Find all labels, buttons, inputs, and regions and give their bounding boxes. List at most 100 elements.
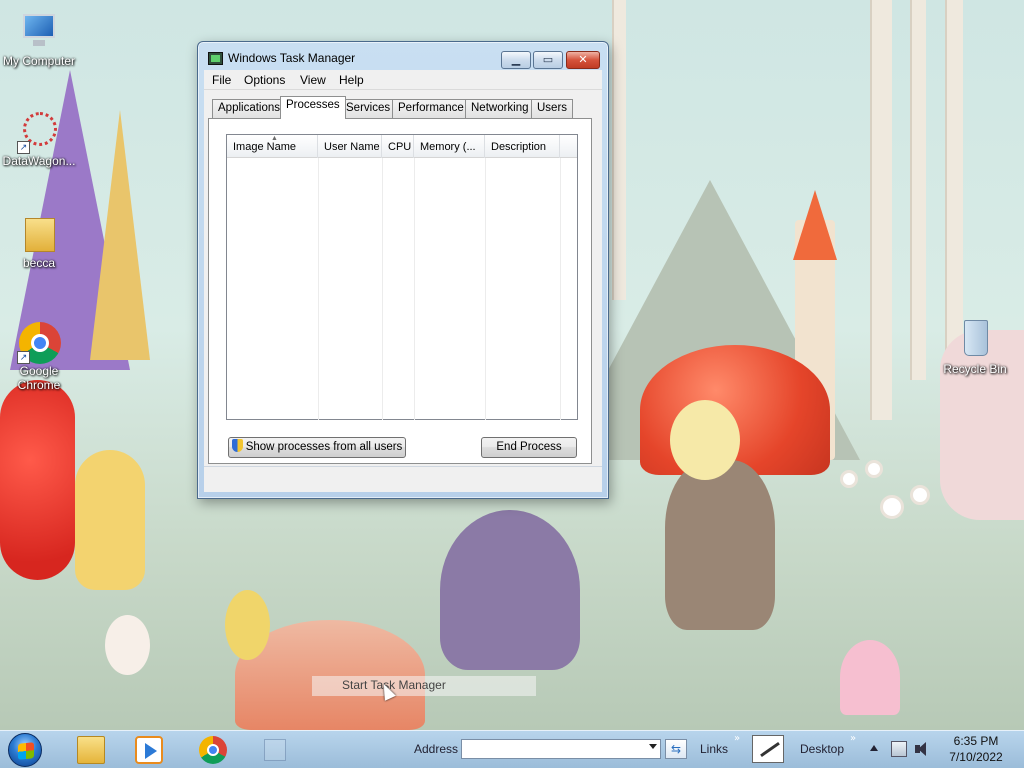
datawagon-icon: ↗ xyxy=(17,112,59,154)
uac-shield-icon xyxy=(231,439,243,452)
taskbar-explorer-button[interactable] xyxy=(62,732,118,768)
show-hidden-icons-icon[interactable] xyxy=(870,745,878,751)
folder-icon xyxy=(19,214,59,254)
media-player-icon xyxy=(135,736,163,764)
column-divider xyxy=(382,158,383,420)
desktop-icon-label: becca xyxy=(22,256,56,270)
wallpaper-tree-trunk xyxy=(612,0,626,300)
wallpaper-tree-trunk xyxy=(910,0,926,380)
desktop-icon-becca[interactable]: becca xyxy=(0,214,81,270)
wallpaper-yellow-doll xyxy=(75,450,145,590)
column-label: Memory (... xyxy=(420,141,476,153)
button-label: Show processes from all users xyxy=(245,441,403,453)
wallpaper-bird xyxy=(105,615,150,675)
tab-applications[interactable]: Applications xyxy=(212,99,287,118)
shortcut-arrow-icon: ↗ xyxy=(17,351,30,364)
wallpaper-flower xyxy=(865,460,883,478)
column-label: Image Name xyxy=(233,141,296,153)
task-manager-icon xyxy=(208,52,223,65)
desktop-icon-my-computer[interactable]: My Computer xyxy=(0,12,81,68)
show-all-processes-button[interactable]: Show processes from all users xyxy=(228,437,406,458)
wallpaper-tree-trunk xyxy=(945,0,963,360)
address-go-button[interactable]: ⇆ xyxy=(665,739,687,759)
column-image-name[interactable]: ▲ Image Name xyxy=(227,135,318,158)
chevron-down-icon[interactable] xyxy=(649,744,657,749)
column-description[interactable]: Description xyxy=(485,135,560,158)
pen-input-icon[interactable] xyxy=(752,735,784,763)
status-bar xyxy=(204,466,602,492)
column-memory[interactable]: Memory (... xyxy=(414,135,485,158)
column-divider xyxy=(560,158,561,420)
desktop-toolbar-label[interactable]: Desktop xyxy=(800,742,844,756)
wallpaper-yellow-mountain xyxy=(90,110,150,360)
system-clock[interactable]: 6:35 PM 7/10/2022 xyxy=(936,733,1016,765)
menu-options[interactable]: Options xyxy=(244,73,285,87)
desktop-icon-datawagon[interactable]: ↗ DataWagon... xyxy=(0,112,81,168)
taskbar-task-manager-button[interactable] xyxy=(264,739,286,761)
taskbar: Address ⇆ Links » Desktop » 6:35 PM 7/10… xyxy=(0,730,1024,768)
network-icon[interactable] xyxy=(891,741,907,757)
wallpaper-purple-rabbit xyxy=(440,510,580,670)
maximize-button[interactable]: ▭ xyxy=(533,51,563,69)
minimize-button[interactable]: ▁ xyxy=(501,51,531,69)
task-manager-body: Applications Processes Services Performa… xyxy=(204,90,602,492)
menu-help[interactable]: Help xyxy=(339,73,364,87)
wallpaper-yellow-bird xyxy=(225,590,270,660)
start-task-manager-tooltip: Start Task Manager xyxy=(312,676,536,696)
desktop-icon-label: Recycle Bin xyxy=(943,362,1007,376)
start-button[interactable] xyxy=(8,733,42,767)
taskbar-media-player-button[interactable] xyxy=(120,732,176,768)
tab-performance[interactable]: Performance xyxy=(392,99,470,118)
column-divider xyxy=(414,158,415,420)
desktop-icon-recycle-bin[interactable]: Recycle Bin xyxy=(933,320,1017,376)
list-header: ▲ Image Name User Name CPU Memory (... D… xyxy=(227,135,577,158)
sort-arrow-icon: ▲ xyxy=(271,135,278,142)
column-label: User Name xyxy=(324,141,380,153)
menu-view[interactable]: View xyxy=(300,73,326,87)
address-input[interactable] xyxy=(461,739,661,759)
column-divider xyxy=(318,158,319,420)
wallpaper-flower xyxy=(840,470,858,488)
chrome-icon xyxy=(199,736,227,764)
menu-bar: File Options View Help xyxy=(204,70,602,90)
wallpaper-red-doll xyxy=(0,380,75,580)
tab-services[interactable]: Services xyxy=(340,99,397,118)
chrome-icon: ↗ xyxy=(17,322,61,364)
wallpaper-cupcake xyxy=(840,640,900,715)
recycle-bin-icon xyxy=(955,320,995,360)
taskbar-chrome-button[interactable] xyxy=(184,732,240,768)
desktop-icon-label: Google Chrome xyxy=(17,364,61,392)
shortcut-arrow-icon: ↗ xyxy=(17,141,30,154)
desktop-icon-label: DataWagon... xyxy=(2,154,76,168)
clock-time: 6:35 PM xyxy=(953,734,999,748)
folder-icon xyxy=(77,736,105,764)
desktop-icon-google-chrome[interactable]: ↗ Google Chrome xyxy=(0,322,81,392)
menu-file[interactable]: File xyxy=(212,73,231,87)
tab-users[interactable]: Users xyxy=(531,99,574,118)
column-label: CPU xyxy=(388,141,412,153)
tab-processes[interactable]: Processes xyxy=(280,96,346,119)
wallpaper-tree-trunk xyxy=(870,0,892,420)
computer-icon xyxy=(19,12,59,52)
wallpaper-rabbit-head xyxy=(670,400,740,480)
window-title: Windows Task Manager xyxy=(228,51,356,65)
links-chevron-icon[interactable]: » xyxy=(734,733,740,744)
links-toolbar-label[interactable]: Links xyxy=(700,742,728,756)
desktop-chevron-icon[interactable]: » xyxy=(850,733,856,744)
close-button[interactable]: ✕ xyxy=(566,51,600,69)
wallpaper-tower-roof xyxy=(793,190,837,260)
tab-networking[interactable]: Networking xyxy=(465,99,535,118)
address-toolbar-label: Address xyxy=(414,742,459,756)
volume-icon[interactable] xyxy=(914,741,930,757)
end-process-button[interactable]: End Process xyxy=(481,437,577,458)
column-divider xyxy=(485,158,486,420)
title-bar[interactable]: Windows Task Manager ▁ ▭ ✕ xyxy=(198,42,608,70)
task-manager-window[interactable]: Windows Task Manager ▁ ▭ ✕ File Options … xyxy=(197,41,609,499)
wallpaper-brown-rabbit xyxy=(665,460,775,630)
clock-date: 7/10/2022 xyxy=(949,750,1003,764)
column-label: Description xyxy=(491,141,547,153)
column-user-name[interactable]: User Name xyxy=(318,135,382,158)
column-cpu[interactable]: CPU xyxy=(382,135,414,158)
processes-panel: ▲ Image Name User Name CPU Memory (... D… xyxy=(208,118,592,464)
process-list[interactable]: ▲ Image Name User Name CPU Memory (... D… xyxy=(226,134,578,420)
